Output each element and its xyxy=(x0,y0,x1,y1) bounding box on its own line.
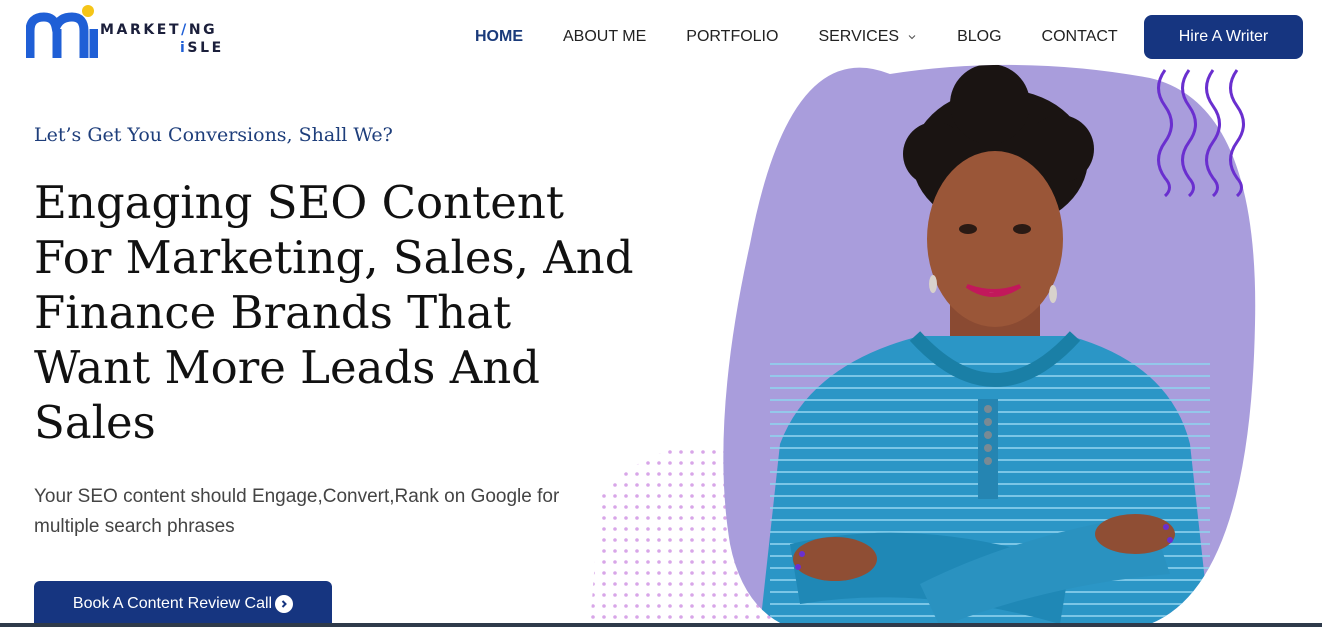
nav-portfolio[interactable]: PORTFOLIO xyxy=(686,28,778,46)
nav-contact[interactable]: CONTACT xyxy=(1042,28,1118,46)
hire-a-writer-button[interactable]: Hire A Writer xyxy=(1144,15,1303,59)
headline-line: Finance Brands That xyxy=(34,286,512,339)
nav-about-me[interactable]: ABOUT ME xyxy=(563,28,646,46)
hero-illustration xyxy=(590,64,1256,627)
nav-services[interactable]: SERVICES xyxy=(818,28,917,46)
page-bottom-border xyxy=(0,623,1322,627)
cta-label: Book A Content Review Call xyxy=(72,595,273,612)
mi-logo-mark-icon xyxy=(26,5,98,58)
brand-logo[interactable]: MARKET/NG iSLE xyxy=(26,5,226,61)
nav-blog[interactable]: BLOG xyxy=(957,28,1001,46)
hero-tagline: Let’s Get You Conversions, Shall We? xyxy=(34,124,393,146)
chevron-right-circle-icon xyxy=(275,595,294,613)
hero-headline: Engaging SEO Content For Marketing, Sale… xyxy=(34,175,654,450)
headline-line: Engaging SEO Content xyxy=(34,176,564,229)
book-content-review-call-button[interactable]: Book A Content Review Call xyxy=(34,581,332,627)
chevron-down-icon xyxy=(908,35,916,40)
headline-line: Sales xyxy=(34,396,156,449)
logo-wordmark: MARKET/NG iSLE xyxy=(100,22,224,56)
hero-image-area xyxy=(590,64,1322,627)
headline-line: For Marketing, Sales, And xyxy=(34,231,634,284)
headline-line: Want More Leads And xyxy=(34,341,540,394)
hero-subtext: Your SEO content should Engage,Convert,R… xyxy=(34,486,560,537)
nav-services-label: SERVICES xyxy=(818,28,900,45)
main-navigation: HOME ABOUT ME PORTFOLIO SERVICES BLOG CO… xyxy=(475,27,1158,47)
nav-home[interactable]: HOME xyxy=(475,28,523,46)
